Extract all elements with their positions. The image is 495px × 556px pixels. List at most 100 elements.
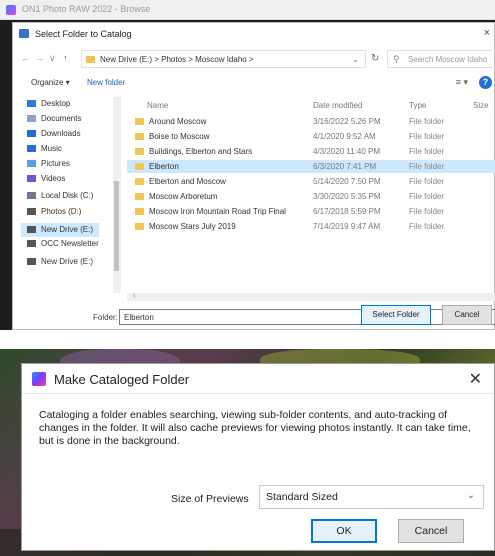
navigation-pane: Desktop Documents Downloads Music Pictures Vi… [13, 95, 121, 291]
nav-scrollbar[interactable] [113, 97, 120, 293]
close-icon[interactable]: × [484, 27, 490, 39]
file-name: Elberton and Moscow [149, 177, 226, 186]
organize-menu[interactable]: Organize ▾ [31, 78, 70, 87]
sidebar-item[interactable]: OCC Newsletter [27, 239, 99, 253]
table-row[interactable]: Buildings, Elberton and Stars 4/3/2020 11… [127, 145, 495, 158]
nav-item-icon [27, 240, 36, 247]
nav-item-icon [27, 226, 36, 233]
forward-icon[interactable]: → [35, 53, 44, 63]
app-logo-icon [6, 5, 16, 15]
table-row[interactable]: Moscow Arboretum 3/30/2020 5:35 PM File fo… [127, 190, 495, 203]
chevron-down-icon[interactable]: ⌄ [352, 55, 359, 64]
table-row[interactable]: Elberton 6/3/2020 7:41 PM File folder [127, 160, 495, 173]
nav-item-icon [27, 100, 36, 107]
nav-item-icon [27, 175, 36, 182]
recent-dropdown-icon[interactable]: ∨ [49, 53, 56, 64]
refresh-icon[interactable]: ↻ [371, 53, 379, 64]
file-date: 4/3/2020 11:40 PM [313, 147, 381, 156]
table-row[interactable]: Around Moscow 3/16/2022 5:26 PM File folde… [127, 115, 495, 128]
sidebar-item[interactable]: New Drive (E:) [27, 257, 93, 271]
horizontal-scrollbar[interactable]: ‹ [127, 291, 495, 301]
nav-item-icon [27, 208, 36, 215]
file-type: File folder [409, 117, 445, 126]
folder-icon [135, 193, 144, 200]
sidebar-item-label: Music [41, 144, 62, 153]
sidebar-item-label: New Drive (E:) [41, 225, 94, 234]
sidebar-item[interactable]: Videos [27, 174, 65, 188]
back-icon[interactable]: ← [21, 53, 30, 63]
scroll-left-icon[interactable]: ‹ [133, 291, 136, 300]
cancel-button[interactable]: Cancel [442, 305, 492, 325]
help-icon[interactable]: ? [479, 76, 492, 89]
chevron-down-icon[interactable]: ⌄ [467, 490, 475, 501]
file-name: Elberton [149, 162, 179, 171]
file-date: 7/14/2019 9:47 AM [313, 222, 381, 231]
catalog-dialog-screenshot: Make Cataloged Folder ✕ Cataloging a fol… [0, 349, 495, 556]
folder-icon [135, 118, 144, 125]
table-row[interactable]: Moscow Iron Mountain Road Trip Final 6/17… [127, 205, 495, 218]
sidebar-item[interactable]: New Drive (E:) [21, 223, 100, 237]
folder-icon [135, 148, 144, 155]
sidebar-item-label: Documents [41, 114, 82, 123]
sidebar-item[interactable]: Photos (D:) [27, 207, 81, 221]
folder-input[interactable]: Elberton [119, 309, 495, 325]
table-row[interactable]: Moscow Stars July 2019 7/14/2019 9:47 AM F… [127, 220, 495, 233]
select-folder-button[interactable]: Select Folder [361, 305, 431, 325]
sidebar-item[interactable]: Documents [27, 114, 81, 128]
sidebar-item[interactable]: Local Disk (C:) [27, 191, 93, 205]
select-folder-dialog: Select Folder to Catalog × ← → ∨ ↑ New D… [12, 22, 495, 330]
file-type: File folder [409, 192, 445, 201]
column-date[interactable]: Date modified [313, 101, 362, 110]
sidebar-item-label: Local Disk (C:) [41, 191, 94, 200]
nav-item-icon [27, 192, 36, 199]
sidebar-item-label: Pictures [41, 159, 70, 168]
sidebar-item-label: Videos [41, 174, 66, 183]
ok-button[interactable]: OK [311, 519, 377, 543]
address-row: ← → ∨ ↑ New Drive (E:) > Photos > Moscow… [13, 47, 495, 71]
sidebar-item[interactable]: Pictures [27, 159, 70, 173]
new-folder-button[interactable]: New folder [87, 78, 125, 87]
folder-icon [135, 133, 144, 140]
cancel-button[interactable]: Cancel [398, 519, 464, 543]
nav-item-icon [27, 145, 36, 152]
search-input[interactable]: ⚲ Search Moscow Idaho [387, 50, 495, 68]
dialog-icon [19, 29, 29, 38]
search-icon: ⚲ [393, 54, 400, 64]
sidebar-item[interactable]: Desktop [27, 99, 70, 113]
up-icon[interactable]: ↑ [63, 53, 68, 63]
file-date: 6/3/2020 7:41 PM [313, 162, 377, 171]
preview-size-select[interactable]: Standard Sized ⌄ [259, 485, 484, 509]
dialog-title: Make Cataloged Folder [54, 372, 190, 387]
column-type[interactable]: Type [409, 101, 426, 110]
file-name: Buildings, Elberton and Stars [149, 147, 253, 156]
search-placeholder: Search Moscow Idaho [408, 55, 488, 64]
nav-item-icon [27, 258, 36, 265]
sidebar-item[interactable]: Music [27, 144, 62, 158]
file-list: Name Date modified Type Size Around Mosc… [127, 95, 495, 291]
sidebar-item-label: Desktop [41, 99, 71, 108]
sidebar-item-label: Downloads [41, 129, 81, 138]
file-type: File folder [409, 222, 445, 231]
folder-icon [135, 178, 144, 185]
file-date: 3/16/2022 5:26 PM [313, 117, 381, 126]
address-bar[interactable]: New Drive (E:) > Photos > Moscow Idaho >… [81, 50, 366, 68]
table-row[interactable]: Boise to Moscow 4/1/2020 9:52 AM File fold… [127, 130, 495, 143]
scroll-thumb[interactable] [114, 181, 119, 271]
file-date: 4/1/2020 9:52 AM [313, 132, 376, 141]
nav-item-icon [27, 130, 36, 137]
breadcrumb[interactable]: New Drive (E:) > Photos > Moscow Idaho > [100, 55, 254, 64]
column-size[interactable]: Size [473, 101, 489, 110]
folder-icon [86, 56, 95, 63]
sidebar-item-label: OCC Newsletter [41, 239, 99, 248]
view-options-icon[interactable]: ≡ ▾ [456, 77, 468, 88]
close-icon[interactable]: ✕ [469, 369, 482, 389]
sidebar-item[interactable]: Downloads [27, 129, 81, 143]
dialog-description: Cataloging a folder enables searching, v… [39, 409, 471, 447]
folder-icon [135, 163, 144, 170]
table-row[interactable]: Elberton and Moscow 5/14/2020 7:50 PM File… [127, 175, 495, 188]
nav-item-icon [27, 115, 36, 122]
app-logo-icon [32, 372, 46, 386]
column-name[interactable]: Name [147, 101, 168, 110]
preview-size-value: Standard Sized [266, 491, 338, 503]
dialog-title: Select Folder to Catalog [35, 29, 132, 39]
